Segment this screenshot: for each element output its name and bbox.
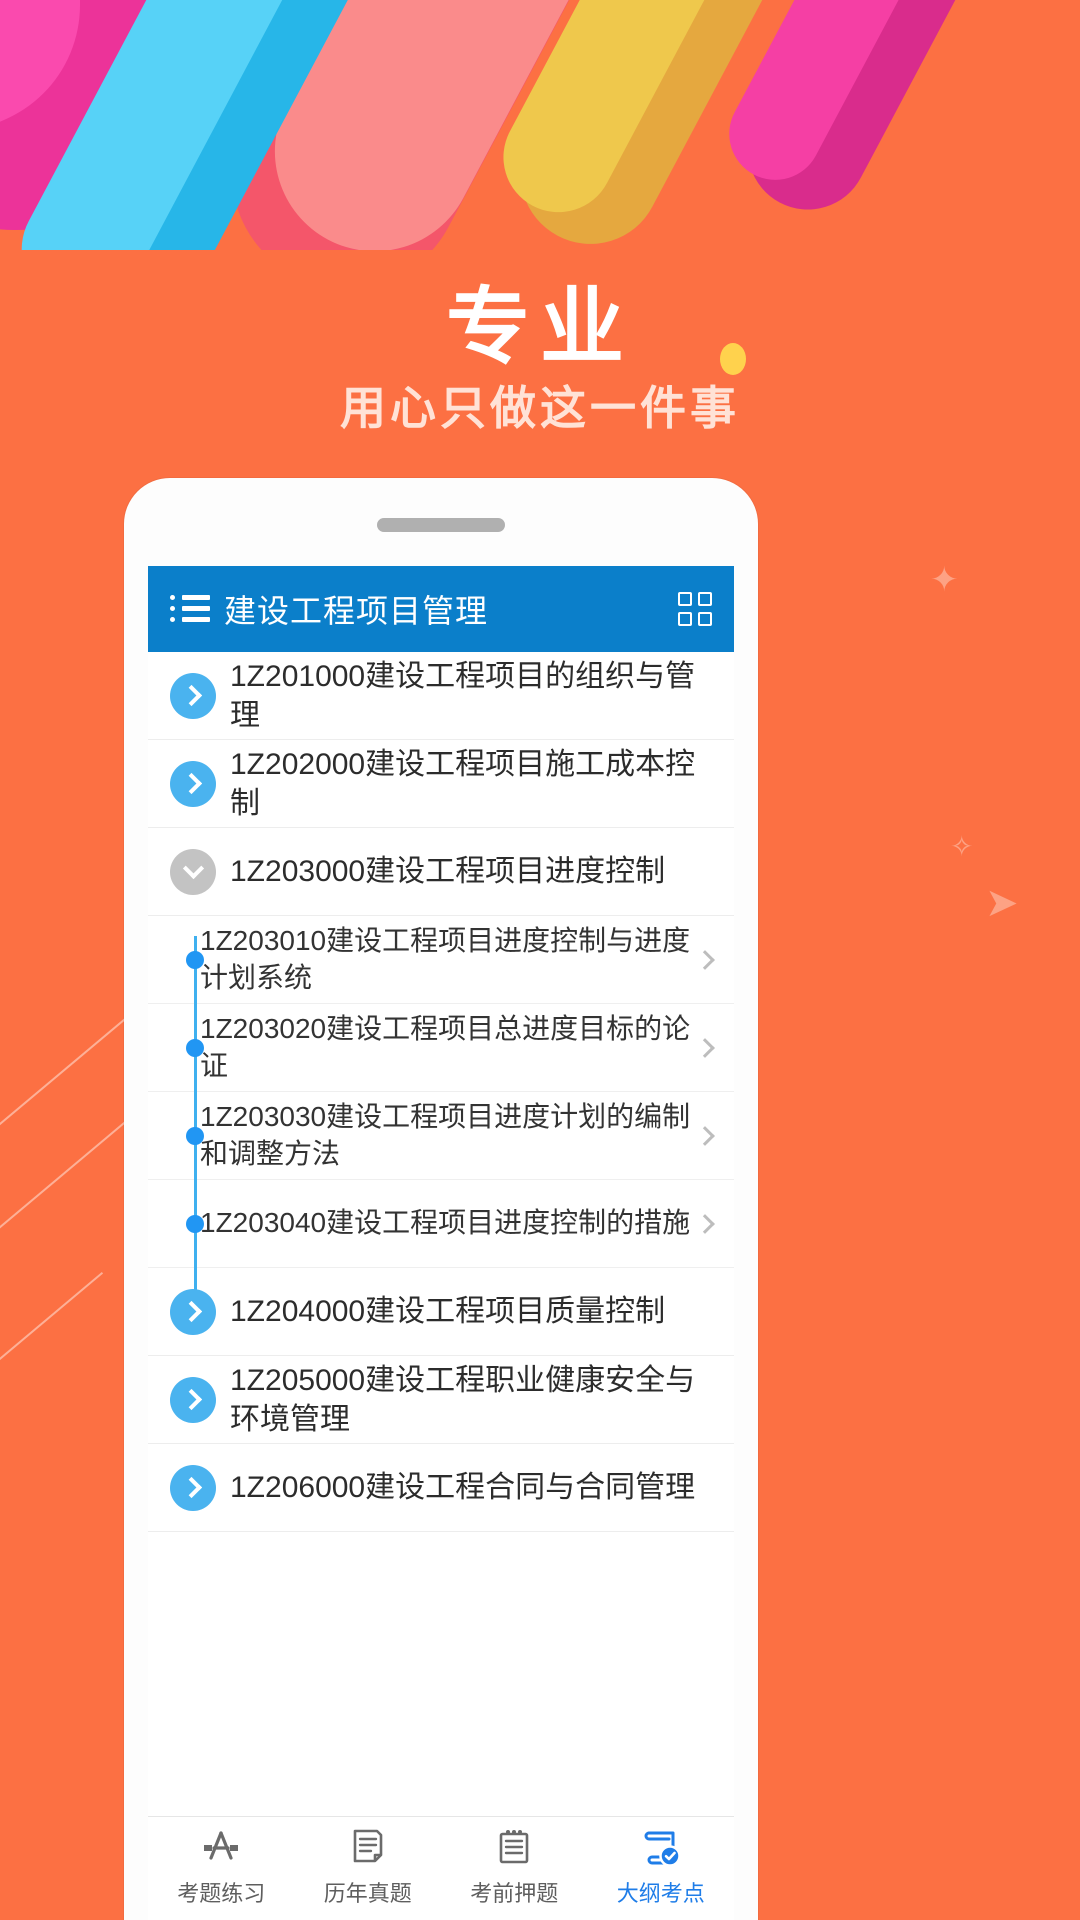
deco-stripe-yellow (484, 0, 816, 232)
deco-stripe-red-shadow (191, 0, 639, 250)
tab-label: 历年真题 (323, 1881, 412, 1906)
deco-stripe-gold-shadow (495, 0, 855, 250)
tree-dot-icon (186, 1126, 204, 1145)
list-item-label: 1Z203000建设工程项目进度控制 (230, 855, 666, 888)
chevron-down-icon[interactable] (170, 848, 216, 895)
document-icon (346, 1825, 390, 1869)
sub-list-item-label: 1Z203030建设工程项目进度计划的编制和调整方法 (200, 1101, 691, 1169)
chevron-right-icon (695, 1037, 715, 1058)
list-item[interactable]: 1Z202000建设工程项目施工成本控制 (148, 740, 734, 828)
promo-headline: 专业 (445, 280, 634, 374)
list-item-label: 1Z206000建设工程合同与合同管理 (230, 1471, 696, 1504)
tab-predicted-questions[interactable]: 考前押题 (441, 1825, 588, 1908)
deco-stripe-cyan (0, 0, 370, 250)
app-screen: 建设工程项目管理 1Z201000建设工程项目的组织与管理 1Z202000建设… (148, 566, 734, 1920)
deco-stripe-blue-shadow (17, 0, 413, 250)
decorative-stripes-banner (0, 0, 1080, 250)
promo-subtitle: 用心只做这一件事 (340, 382, 740, 434)
tree-dot-icon (186, 1038, 204, 1057)
appstore-icon (199, 1825, 243, 1869)
list-item[interactable]: 1Z201000建设工程项目的组织与管理 (148, 652, 734, 740)
app-header-bar: 建设工程项目管理 (148, 566, 734, 652)
deco-spark-2: ✧ (950, 831, 974, 862)
sub-list-item-label: 1Z203010建设工程项目进度控制与进度计划系统 (200, 925, 691, 993)
phone-mockup: 建设工程项目管理 1Z201000建设工程项目的组织与管理 1Z202000建设… (124, 478, 758, 1920)
bottom-tab-bar: 考题练习 历年真题 考前押题 大纲考点 (148, 1816, 734, 1920)
sub-list-item[interactable]: 1Z203040建设工程项目进度控制的措施 (148, 1180, 734, 1268)
deco-blob-pink (0, 0, 80, 130)
chevron-right-icon (695, 1125, 715, 1146)
sub-list-item-label: 1Z203020建设工程项目总进度目标的论证 (200, 1013, 691, 1081)
sub-list-item[interactable]: 1Z203020建设工程项目总进度目标的论证 (148, 1004, 734, 1092)
book-check-icon (639, 1825, 683, 1869)
chevron-right-icon[interactable] (170, 760, 216, 807)
tab-label: 考前押题 (470, 1881, 559, 1906)
grid-icon[interactable] (678, 592, 712, 626)
list-item-label: 1Z201000建设工程项目的组织与管理 (230, 659, 696, 732)
chevron-right-icon[interactable] (170, 1288, 216, 1335)
list-item-expanded[interactable]: 1Z203000建设工程项目进度控制 (148, 828, 734, 916)
deco-spark-1: ✦ (930, 561, 959, 599)
tab-exam-practice[interactable]: 考题练习 (148, 1825, 295, 1908)
sub-list-item[interactable]: 1Z203010建设工程项目进度控制与进度计划系统 (148, 916, 734, 1004)
list-item[interactable]: 1Z204000建设工程项目质量控制 (148, 1268, 734, 1356)
deco-sketch-line-3 (0, 1272, 104, 1370)
sub-list-item-label: 1Z203040建设工程项目进度控制的措施 (200, 1207, 691, 1239)
list-item[interactable]: 1Z206000建设工程合同与合同管理 (148, 1444, 734, 1532)
chevron-right-icon[interactable] (170, 672, 216, 719)
tab-syllabus-points[interactable]: 大纲考点 (588, 1825, 735, 1908)
chevron-right-icon[interactable] (170, 1376, 216, 1423)
deco-sketch-line-2 (0, 1119, 129, 1243)
tab-label: 考题练习 (177, 1881, 266, 1906)
tree-connector-line (194, 936, 197, 1290)
tree-dot-icon (186, 950, 204, 969)
app-title: 建设工程项目管理 (224, 593, 489, 629)
list-icon[interactable] (170, 593, 210, 625)
phone-speaker (377, 518, 505, 532)
tab-past-papers[interactable]: 历年真题 (295, 1825, 442, 1908)
outline-list: 1Z201000建设工程项目的组织与管理 1Z202000建设工程项目施工成本控… (148, 652, 734, 1532)
list-item-label: 1Z204000建设工程项目质量控制 (230, 1295, 666, 1328)
sub-list-item[interactable]: 1Z203030建设工程项目进度计划的编制和调整方法 (148, 1092, 734, 1180)
deco-spark-3: ➤ (985, 881, 1019, 925)
tree-dot-icon (186, 1214, 204, 1233)
tab-label: 大纲考点 (616, 1881, 705, 1906)
list-item-label: 1Z205000建设工程职业健康安全与环境管理 (230, 1363, 696, 1436)
deco-stripe-salmon (239, 0, 661, 250)
notepad-icon (492, 1825, 536, 1869)
list-item[interactable]: 1Z205000建设工程职业健康安全与环境管理 (148, 1356, 734, 1444)
deco-stripe-magenta (713, 0, 1015, 197)
chevron-right-icon (695, 1213, 715, 1234)
list-item-label: 1Z202000建设工程项目施工成本控制 (230, 747, 696, 820)
deco-stripe-magenta-shadow (726, 0, 1054, 231)
deco-blob-magenta (0, 0, 180, 230)
chevron-right-icon (695, 949, 715, 970)
chevron-right-icon[interactable] (170, 1464, 216, 1511)
